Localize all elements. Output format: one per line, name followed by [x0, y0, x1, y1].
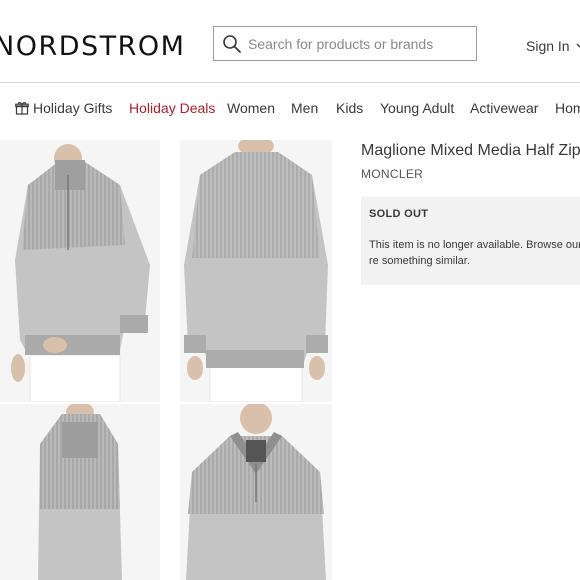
nav-label: Holiday Gifts: [33, 100, 113, 116]
sweater-front-illustration: [0, 140, 160, 402]
search-box[interactable]: [213, 26, 477, 61]
nav-item-holiday-deals[interactable]: Holiday Deals: [129, 94, 215, 122]
sweater-back-illustration: [180, 140, 332, 402]
gift-icon: [15, 102, 29, 115]
sold-out-label: SOLD OUT: [369, 208, 429, 220]
nav-item-men[interactable]: Men: [291, 94, 318, 122]
sweater-collar-illustration: [180, 404, 332, 580]
nav-item-home[interactable]: Hom: [555, 94, 580, 122]
nav-item-holiday-gifts[interactable]: Holiday Gifts: [15, 94, 112, 122]
nav-item-activewear[interactable]: Activewear: [470, 94, 538, 122]
nav-item-kids[interactable]: Kids: [336, 94, 363, 122]
product-image-front[interactable]: [0, 140, 160, 402]
product-title: Maglione Mixed Media Half Zip S: [361, 142, 580, 159]
sold-out-notice: SOLD OUT This item is no longer availabl…: [361, 197, 580, 285]
product-image-front-collar[interactable]: [180, 404, 332, 580]
nav-item-women[interactable]: Women: [227, 94, 275, 122]
nav-item-young-adult[interactable]: Young Adult: [380, 94, 454, 122]
site-header: NORDSTROM Sign In: [0, 0, 580, 83]
main-nav: Holiday Gifts Holiday Deals Women Men Ki…: [0, 94, 580, 122]
nordstrom-logo[interactable]: NORDSTROM: [0, 31, 185, 62]
product-brand-link[interactable]: MONCLER: [361, 167, 423, 181]
chevron-down-icon: [576, 43, 580, 48]
sweater-side-illustration: [0, 404, 160, 580]
search-icon[interactable]: [222, 34, 242, 54]
search-input[interactable]: [248, 27, 470, 60]
product-image-side[interactable]: [0, 404, 160, 580]
sign-in-button[interactable]: Sign In: [526, 38, 580, 54]
sold-out-message: This item is no longer available. Browse…: [369, 239, 580, 267]
product-image-back[interactable]: [180, 140, 332, 402]
sign-in-label: Sign In: [526, 38, 570, 54]
